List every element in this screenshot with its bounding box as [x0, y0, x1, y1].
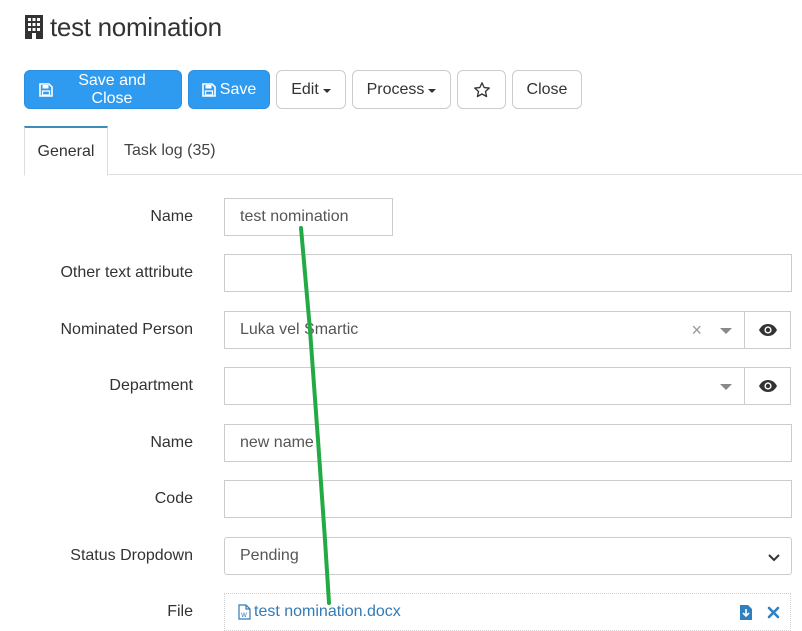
form-row-name-2: Name new name [0, 424, 802, 462]
word-file-icon: W [238, 604, 251, 620]
clear-icon[interactable]: × [691, 321, 702, 339]
form-row-name: Name test nomination [0, 198, 802, 236]
caret-down-icon [428, 88, 437, 93]
tab-general-label: General [37, 142, 95, 160]
nominated-person-value: Luka vel Smartic [240, 321, 359, 338]
view-person-button[interactable] [744, 311, 791, 349]
eye-icon [758, 379, 778, 393]
department-label: Department [109, 377, 193, 394]
chevron-down-icon [767, 550, 781, 568]
close-label: Close [526, 80, 568, 98]
dropdown-arrow-icon[interactable] [720, 328, 732, 334]
status-dropdown[interactable]: Pending [224, 537, 792, 575]
status-value: Pending [240, 547, 299, 564]
dropdown-arrow-icon[interactable] [720, 384, 732, 390]
nominated-person-select[interactable]: Luka vel Smartic × [224, 311, 745, 349]
process-dropdown-button[interactable]: Process [352, 70, 451, 109]
other-text-input[interactable] [224, 254, 792, 292]
tab-task-log-label: Task log (35) [124, 141, 216, 159]
save-label: Save [219, 80, 257, 98]
name-input[interactable]: test nomination [224, 198, 393, 236]
nominated-person-label: Nominated Person [60, 321, 193, 338]
favorite-button[interactable] [457, 70, 506, 109]
file-label: File [167, 603, 193, 620]
form-row-code: Code [0, 480, 802, 518]
form-row-department: Department [0, 367, 802, 405]
form-row-nominated-person: Nominated Person Luka vel Smartic × [0, 311, 802, 349]
toolbar: Save and Close Save Edit Process Close [24, 70, 582, 109]
name2-input[interactable]: new name [224, 424, 792, 462]
tab-general[interactable]: General [24, 126, 108, 176]
save-button[interactable]: Save [188, 70, 270, 109]
page-title: test nomination [50, 11, 222, 42]
code-input[interactable] [224, 480, 792, 518]
save-icon [39, 82, 53, 97]
name-input-value: test nomination [240, 208, 349, 225]
code-label: Code [154, 490, 193, 507]
form-row-status: Status Dropdown Pending [0, 537, 802, 575]
save-and-close-button[interactable]: Save and Close [24, 70, 182, 109]
star-icon [473, 81, 491, 99]
form-row-other-text: Other text attribute [0, 254, 802, 292]
status-label: Status Dropdown [70, 547, 193, 564]
process-label: Process [366, 80, 425, 98]
view-department-button[interactable] [744, 367, 791, 405]
caret-down-icon [322, 88, 331, 93]
file-link[interactable]: test nomination.docx [254, 603, 401, 621]
other-text-label: Other text attribute [60, 264, 193, 281]
eye-icon [758, 323, 778, 337]
name2-label: Name [150, 434, 193, 451]
download-icon[interactable] [739, 604, 753, 621]
file-field: W test nomination.docx [224, 593, 791, 631]
department-select[interactable] [224, 367, 745, 405]
building-icon [24, 14, 44, 40]
close-button[interactable]: Close [512, 70, 582, 109]
tab-bar: General Task log (35) [24, 126, 802, 176]
edit-label: Edit [291, 80, 319, 98]
save-and-close-label: Save and Close [78, 71, 146, 107]
tab-task-log[interactable]: Task log (35) [124, 126, 216, 175]
name2-input-value: new name [240, 434, 314, 451]
page-header: test nomination [24, 10, 222, 44]
remove-file-icon[interactable] [767, 606, 780, 619]
save-icon [201, 82, 216, 97]
name-label: Name [150, 208, 193, 225]
form-row-file: File W test nomination.docx [0, 593, 802, 631]
svg-text:W: W [241, 612, 247, 619]
edit-dropdown-button[interactable]: Edit [276, 70, 346, 109]
